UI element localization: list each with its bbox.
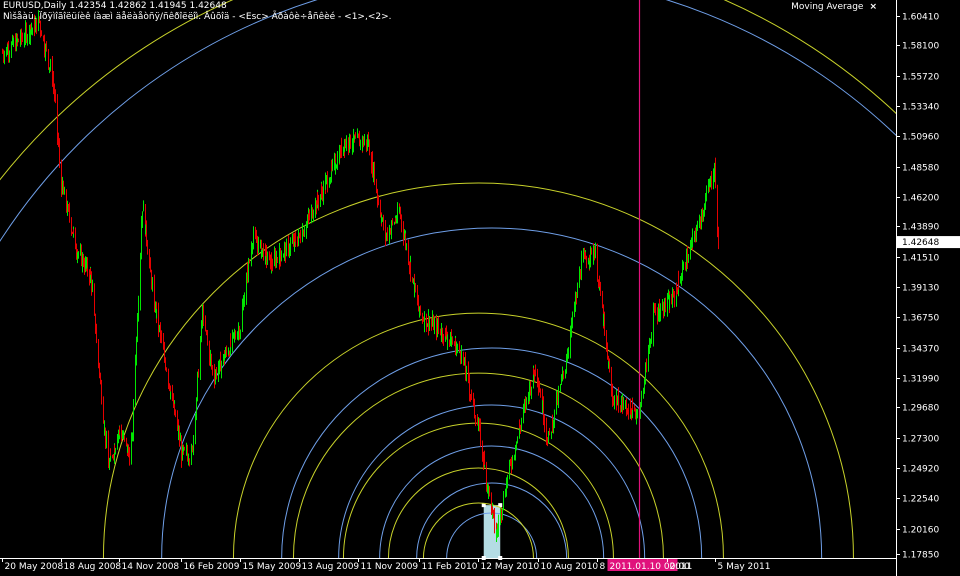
- x-tick-label: 16 Feb 2009: [184, 562, 240, 572]
- y-tick-label: 1.27300: [902, 435, 939, 445]
- x-tick-label: 10 Aug 2010: [541, 562, 599, 572]
- x-tick-label: 2011: [670, 562, 693, 572]
- y-tick-label: 1.31990: [902, 375, 939, 385]
- x-tick-label: 11 Feb 2010: [422, 562, 478, 572]
- y-tick-label: 1.24920: [902, 465, 939, 475]
- x-tick-label: 8: [600, 562, 606, 572]
- y-tick-label: 1.60410: [902, 13, 939, 23]
- y-tick-label: 1.39130: [902, 284, 939, 294]
- symbol-info: EURUSD,Daily 1.42354 1.42862 1.41945 1.4…: [3, 1, 227, 11]
- y-tick-label: 1.41510: [902, 254, 939, 264]
- indicator-label: Moving Average ×: [791, 2, 877, 12]
- y-tick-label: 1.48580: [902, 164, 939, 174]
- y-tick-label: 1.53340: [902, 103, 939, 113]
- fibo-arc: [422, 502, 534, 558]
- x-tick-label: 13 Aug 2009: [302, 562, 360, 572]
- y-tick-label: 1.36750: [902, 314, 939, 324]
- price-chart[interactable]: 1.60410 1.58100 1.55720 1.53340 1.50960 1.485…: [0, 0, 960, 576]
- fibo-arc: [0, 0, 896, 243]
- fibo-arc: [387, 467, 569, 558]
- close-icon[interactable]: ×: [869, 2, 877, 12]
- fibo-arcs: [0, 0, 960, 558]
- y-tick-label: 1.55720: [902, 73, 939, 83]
- last-price-label: 1.42648: [902, 238, 939, 248]
- x-tick-label: 18 Aug 2008: [64, 562, 122, 572]
- y-tick-label: 1.17850: [902, 551, 939, 561]
- y-tick-label: 1.22540: [902, 495, 939, 505]
- fibo-arc: [292, 372, 664, 558]
- indicator-name: Moving Average: [791, 2, 864, 12]
- x-tick-label: 14 Nov 2008: [122, 562, 180, 572]
- y-tick-label: 1.34370: [902, 345, 939, 355]
- x-tick-label: 11 Nov 2009: [361, 562, 419, 572]
- fibo-arc: [342, 422, 614, 558]
- hint-text: Nìšåàü. Ïðÿìîãîëüíèê íàæì äåëàåòñÿ/ñêðîë…: [3, 12, 392, 22]
- fibo-arc: [0, 0, 960, 558]
- y-tick-label: 1.20160: [902, 526, 939, 536]
- x-tick-label: 20 May 2008: [5, 562, 64, 572]
- y-tick-label: 1.46200: [902, 194, 939, 204]
- x-tick-label: 5 May 2011: [718, 562, 771, 572]
- x-tick-label: 12 May 2010: [481, 562, 540, 572]
- y-tick-label: 1.50960: [902, 133, 939, 143]
- y-tick-label: 1.58100: [902, 42, 939, 52]
- y-tick-label: 1.43890: [902, 223, 939, 233]
- y-tick-label: 1.29680: [902, 404, 939, 414]
- x-tick-label: 15 May 2009: [243, 562, 302, 572]
